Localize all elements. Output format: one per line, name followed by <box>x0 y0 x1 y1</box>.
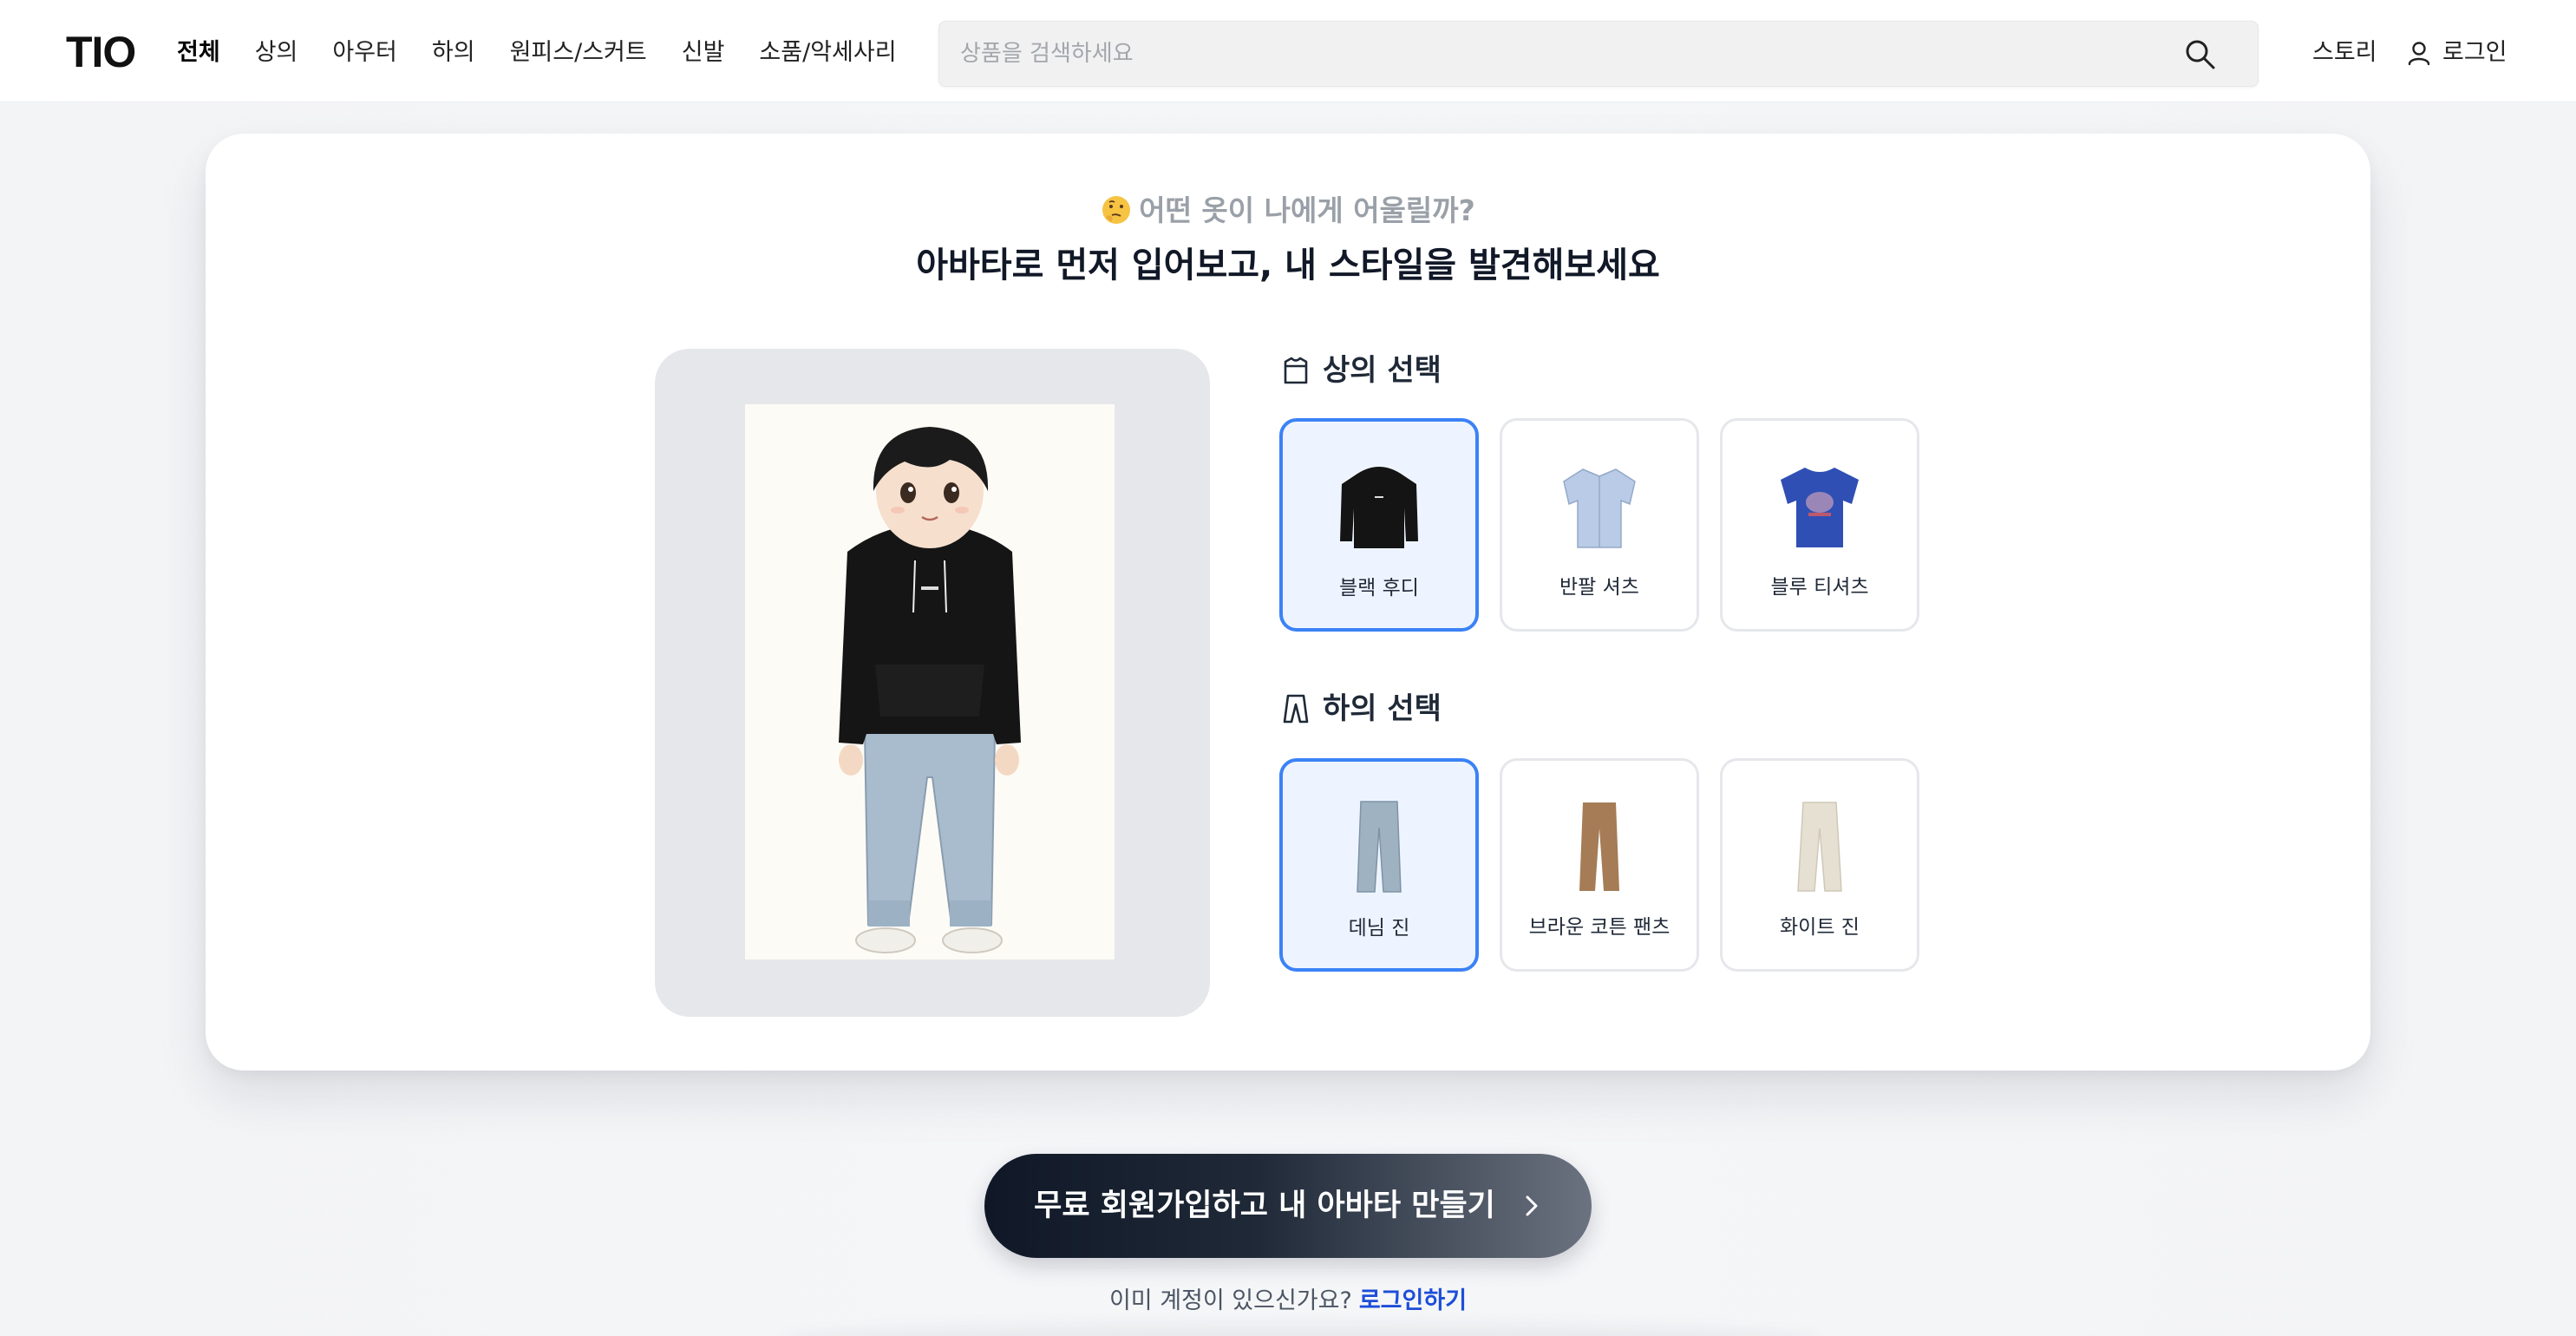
nav-item-dress-skirt[interactable]: 원피스/스커트 <box>510 33 647 73</box>
tops-options: 블랙 후디 반팔 셔츠 블루 티셔츠 <box>1279 418 1940 632</box>
nav-item-bottoms[interactable]: 하의 <box>432 33 475 73</box>
hero-subtitle: 어떤 옷이 나에게 어울릴까? <box>206 191 2370 231</box>
existing-account-prompt: 이미 계정이 있으신가요? 로그인하기 <box>0 1282 2576 1320</box>
login-button[interactable]: 로그인 <box>2406 33 2507 73</box>
shirt-icon <box>1284 357 1308 384</box>
hero-subtitle-text: 어떤 옷이 나에게 어울릴까? <box>1139 193 1475 227</box>
user-icon <box>2408 42 2430 66</box>
top-navigation-bar: TIO 전체 상의 아우터 하의 원피스/스커트 신발 소품/악세사리 스토리 … <box>0 0 2576 102</box>
bottoms-options: 데님 진 브라운 코튼 팬츠 화이트 진 <box>1279 758 1940 972</box>
top-option-short-sleeve-shirt[interactable]: 반팔 셔츠 <box>1500 418 1699 632</box>
pants-icon <box>1283 694 1309 724</box>
tops-section-header: 상의 선택 <box>1281 350 1442 390</box>
avatar-image <box>745 404 1115 959</box>
top-option-black-hoodie[interactable]: 블랙 후디 <box>1279 418 1479 632</box>
nav-item-all[interactable]: 전체 <box>177 33 220 73</box>
search-bar <box>938 21 2259 87</box>
search-input[interactable] <box>960 22 2174 86</box>
hero-title: 아바타로 먼저 입어보고, 내 스타일을 발견해보세요 <box>916 246 1660 285</box>
login-link[interactable]: 로그인하기 <box>1359 1287 1467 1314</box>
top-option-label: 블루 티셔츠 <box>1770 576 1869 599</box>
bottom-option-denim-jeans[interactable]: 데님 진 <box>1279 758 1479 972</box>
denim-jeans-icon <box>1357 801 1402 893</box>
bottom-option-white-jeans[interactable]: 화이트 진 <box>1720 758 1919 972</box>
top-option-label: 블랙 후디 <box>1339 577 1419 599</box>
top-option-blue-tshirt[interactable]: 블루 티셔츠 <box>1720 418 1919 632</box>
avatar-try-on-card: 어떤 옷이 나에게 어울릴까? 아바타로 먼저 입어보고, 내 스타일을 발견해… <box>206 134 2370 1071</box>
signup-cta-button[interactable]: 무료 회원가입하고 내 아바타 만들기 <box>984 1154 1592 1258</box>
nav-item-accessories[interactable]: 소품/악세사리 <box>759 33 896 73</box>
bottom-option-label: 데님 진 <box>1348 917 1410 940</box>
login-label: 로그인 <box>2442 39 2507 66</box>
story-link[interactable]: 스토리 <box>2312 33 2377 73</box>
black-hoodie-icon <box>1340 467 1418 548</box>
tops-section-title: 상의 선택 <box>1323 353 1442 388</box>
short-sleeve-shirt-icon <box>1563 468 1636 548</box>
nav-item-shoes[interactable]: 신발 <box>682 33 725 73</box>
search-icon[interactable] <box>2183 37 2218 72</box>
site-logo[interactable]: TIO <box>66 26 136 78</box>
thinking-face-icon <box>1102 196 1131 224</box>
blue-tshirt-icon <box>1781 468 1859 547</box>
bottoms-section-header: 하의 선택 <box>1281 689 1442 729</box>
chevron-right-icon <box>1526 1195 1538 1216</box>
signup-cta-label: 무료 회원가입하고 내 아바타 만들기 <box>1034 1189 1495 1223</box>
bottom-option-label: 화이트 진 <box>1780 916 1860 939</box>
category-nav: 전체 상의 아우터 하의 원피스/스커트 신발 소품/악세사리 <box>177 33 932 73</box>
bottom-card-shadow <box>781 1323 1821 1336</box>
bottom-option-label: 브라운 코튼 팬츠 <box>1528 916 1670 939</box>
bottoms-section-title: 하의 선택 <box>1323 691 1442 726</box>
existing-account-question: 이미 계정이 있으신가요? <box>1108 1287 1352 1314</box>
white-jeans-icon <box>1797 802 1842 892</box>
nav-item-tops[interactable]: 상의 <box>255 33 298 73</box>
brown-pants-icon <box>1579 802 1619 891</box>
top-option-label: 반팔 셔츠 <box>1559 576 1639 599</box>
avatar-preview-panel <box>655 349 1210 1017</box>
bottom-option-brown-cotton-pants[interactable]: 브라운 코튼 팬츠 <box>1500 758 1699 972</box>
nav-item-outer[interactable]: 아우터 <box>332 33 397 73</box>
